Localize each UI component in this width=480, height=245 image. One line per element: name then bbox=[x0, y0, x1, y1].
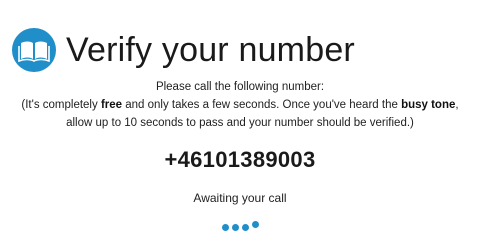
loading-dot bbox=[251, 220, 259, 228]
loading-dot bbox=[231, 223, 239, 231]
call-instructions: Please call the following number: (It's … bbox=[0, 78, 480, 132]
instruction-text: (It's completely bbox=[21, 99, 101, 111]
instruction-line-3: allow up to 10 seconds to pass and your … bbox=[66, 117, 414, 129]
loading-dot bbox=[221, 223, 229, 231]
instruction-line-2: (It's completely free and only takes a f… bbox=[0, 96, 480, 114]
status-text: Awaiting your call bbox=[193, 191, 287, 205]
phone-number: +46101389003 bbox=[164, 147, 316, 172]
loading-dot bbox=[241, 223, 249, 231]
instruction-text: and only takes a few seconds. Once you'v… bbox=[122, 99, 402, 111]
page-title: Verify your number bbox=[66, 30, 355, 69]
busy-tone-emphasis: busy tone bbox=[401, 99, 456, 111]
instruction-text: , bbox=[455, 99, 459, 111]
free-emphasis: free bbox=[100, 99, 123, 111]
instruction-line-1: Please call the following number: bbox=[155, 81, 325, 93]
loading-indicator bbox=[0, 220, 480, 234]
open-book-icon bbox=[12, 27, 56, 72]
